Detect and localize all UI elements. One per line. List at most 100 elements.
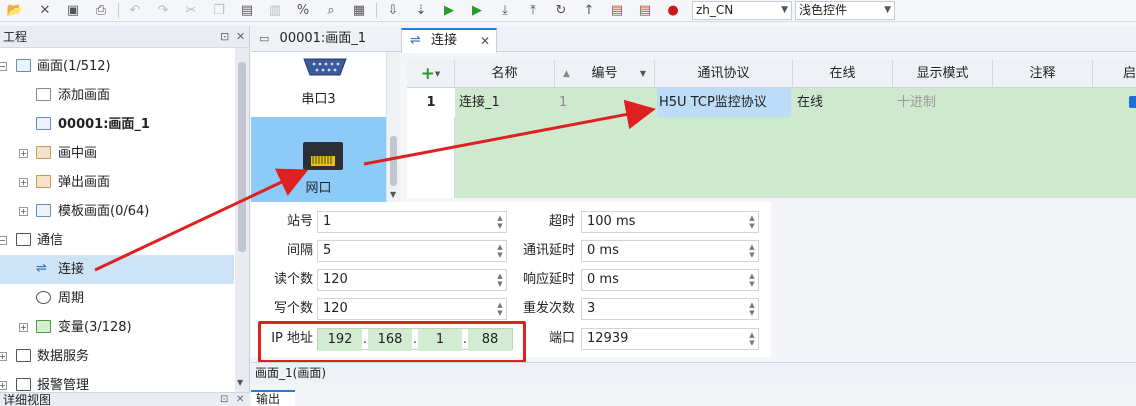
tab-output[interactable]: 输出 — [251, 390, 295, 406]
copy-icon[interactable]: ❐ — [210, 2, 228, 19]
undo-icon[interactable]: ↶ — [126, 2, 144, 19]
percent-icon[interactable]: % — [294, 2, 312, 19]
output-tab-label: 输出 — [256, 392, 281, 406]
upload-icon[interactable]: ⤓ — [496, 2, 514, 19]
tree-scrollbar[interactable]: ▼ — [235, 48, 249, 392]
run-alt-icon[interactable]: ▶ — [468, 2, 486, 19]
locale-select[interactable]: zh_CN ▼ — [692, 1, 792, 20]
save-icon[interactable]: ▣ — [64, 2, 82, 19]
device-list-scrollbar[interactable]: ▼ — [386, 52, 400, 202]
write-count-field[interactable]: 120 ▲ ▼ — [317, 298, 507, 320]
tree-item-label: 弹出画面 — [58, 175, 111, 190]
spinner-icon[interactable]: ▲ ▼ — [748, 243, 756, 259]
expand-icon[interactable]: + — [0, 381, 7, 390]
tree-item-add-screen[interactable]: 添加画面 — [0, 81, 234, 110]
scroll-down-icon[interactable]: ▼ — [390, 190, 396, 199]
cell-online[interactable]: 在线 — [797, 88, 889, 117]
cell-display-mode[interactable]: 十进制 — [897, 88, 989, 117]
close-panel-icon[interactable]: ✕ — [236, 393, 244, 406]
delete-icon[interactable]: ▥ — [266, 2, 284, 19]
dock-icon[interactable]: ⊡ — [220, 26, 229, 48]
tree-item-variables[interactable]: + 变量(3/128) — [0, 313, 234, 342]
download-icon[interactable]: ⇩ — [384, 2, 402, 19]
station-field[interactable]: 1 ▲ ▼ — [317, 211, 507, 233]
tree-item-screen-1[interactable]: 00001:画面_1 — [0, 110, 234, 139]
stop-icon[interactable]: ● — [664, 2, 682, 19]
tab-screen-1[interactable]: ▭ 00001:画面_1 — [251, 28, 399, 52]
spinner-icon[interactable]: ▲ ▼ — [748, 301, 756, 317]
theme-select[interactable]: 浅色控件 ▼ — [795, 1, 895, 20]
column-header-display-mode[interactable]: 显示模式 — [893, 60, 993, 88]
expand-icon[interactable]: + — [0, 352, 7, 361]
collapse-icon[interactable]: − — [0, 236, 7, 245]
grid-icon[interactable]: ▦ — [350, 2, 368, 19]
tree-scrollbar-thumb[interactable] — [238, 62, 246, 252]
scroll-down-icon[interactable]: ▼ — [237, 378, 243, 387]
expand-icon[interactable]: + — [19, 178, 28, 187]
spinner-icon[interactable]: ▲ ▼ — [748, 331, 756, 347]
column-header-name[interactable]: 名称 — [455, 60, 555, 88]
column-header-enable[interactable]: 启 — [1093, 60, 1136, 88]
retries-field[interactable]: 3 ▲ ▼ — [581, 298, 759, 320]
filter-icon[interactable]: ▼ — [640, 60, 646, 88]
cell-protocol[interactable]: H5U TCP监控协议 — [657, 88, 791, 117]
run-play-icon[interactable]: ▶ — [440, 2, 458, 19]
cut-icon[interactable]: ✂ — [182, 2, 200, 19]
search-icon[interactable]: ⌕ — [322, 2, 340, 19]
device-item-serial3[interactable]: 串口3 — [251, 52, 386, 117]
read-count-field[interactable]: 120 ▲ ▼ — [317, 269, 507, 291]
close-panel-icon[interactable]: ✕ — [236, 26, 245, 48]
device-item-ethernet[interactable]: 网口 — [251, 117, 386, 202]
import-icon[interactable]: ⤒ — [524, 2, 542, 19]
tree-item-template[interactable]: + 模板画面(0/64) — [0, 197, 234, 226]
tree-item-pip[interactable]: + 画中画 — [0, 139, 234, 168]
upload-up-icon[interactable]: ↑ — [580, 2, 598, 19]
expand-icon[interactable]: + — [19, 323, 28, 332]
cell-enable-checkbox[interactable] — [1129, 88, 1136, 117]
add-row-button[interactable]: +▼ — [407, 60, 455, 88]
spinner-icon[interactable]: ▲ ▼ — [496, 301, 504, 317]
column-header-number[interactable]: ▲ 编号 ▼ — [555, 60, 655, 88]
tree-item-label: 变量(3/128) — [58, 320, 132, 335]
compile-icon[interactable]: ▤ — [608, 2, 626, 19]
dock-icon[interactable]: ⊡ — [220, 393, 228, 406]
run-icon[interactable]: ⇣ — [412, 2, 430, 19]
port-field[interactable]: 12939 ▲ ▼ — [581, 328, 759, 350]
tree-item-connection[interactable]: ⇌ 连接 — [0, 255, 234, 284]
tree-item-screens[interactable]: − 画面(1/512) — [0, 52, 234, 81]
spinner-icon[interactable]: ▲ ▼ — [496, 272, 504, 288]
close-icon[interactable]: ✕ — [36, 2, 54, 19]
device-list-scrollbar-thumb[interactable] — [390, 136, 397, 186]
tree-item-communication[interactable]: − 通信 — [0, 226, 234, 255]
paste-icon[interactable]: ▤ — [238, 2, 256, 19]
spinner-icon[interactable]: ▲ ▼ — [496, 214, 504, 230]
column-header-online[interactable]: 在线 — [793, 60, 893, 88]
spinner-icon[interactable]: ▲ ▼ — [748, 272, 756, 288]
cell-number[interactable]: 1 — [559, 88, 651, 117]
tree-item-popup[interactable]: + 弹出画面 — [0, 168, 234, 197]
timeout-field[interactable]: 100 ms ▲ ▼ — [581, 211, 759, 233]
spinner-icon[interactable]: ▲ ▼ — [496, 243, 504, 259]
row-number[interactable]: 1 — [407, 88, 455, 117]
folder-open-icon[interactable]: 📂 — [6, 2, 24, 19]
column-header-protocol[interactable]: 通讯协议 — [655, 60, 793, 88]
tree-item-alarm[interactable]: + 报警管理 — [0, 371, 234, 392]
expand-icon[interactable]: + — [19, 149, 28, 158]
column-header-comment[interactable]: 注释 — [993, 60, 1093, 88]
collapse-icon[interactable]: − — [0, 62, 7, 71]
expand-icon[interactable]: + — [19, 207, 28, 216]
resp-delay-field[interactable]: 0 ms ▲ ▼ — [581, 269, 759, 291]
spinner-icon[interactable]: ▲ ▼ — [748, 214, 756, 230]
debug-icon[interactable]: ▤ — [636, 2, 654, 19]
sync-icon[interactable]: ↻ — [552, 2, 570, 19]
redo-icon[interactable]: ↷ — [154, 2, 172, 19]
interval-field[interactable]: 5 ▲ ▼ — [317, 240, 507, 262]
tree-item-cycle[interactable]: 周期 — [0, 284, 234, 313]
tab-connection[interactable]: ⇌ 连接 ✕ — [401, 28, 497, 53]
print-icon[interactable]: ⎙ — [92, 2, 110, 19]
cell-name[interactable]: 连接_1 — [459, 88, 551, 117]
cell-comment[interactable] — [997, 88, 1089, 117]
tree-item-data-service[interactable]: + 数据服务 — [0, 342, 234, 371]
comm-delay-field[interactable]: 0 ms ▲ ▼ — [581, 240, 759, 262]
close-tab-icon[interactable]: ✕ — [480, 30, 490, 52]
